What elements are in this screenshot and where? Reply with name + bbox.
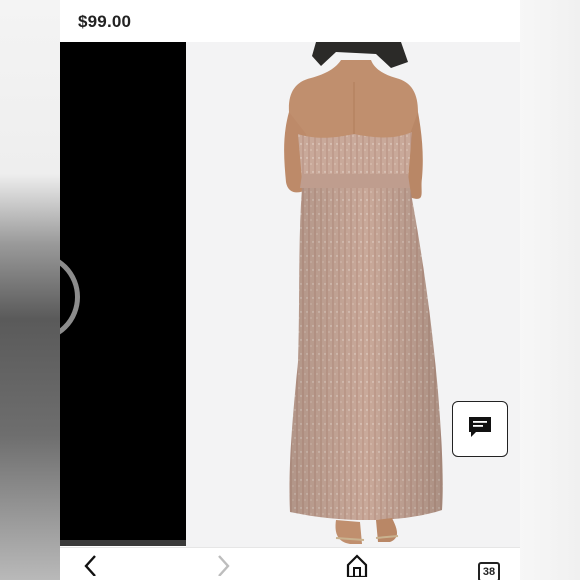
- home-button[interactable]: [344, 553, 370, 580]
- previous-image-panel[interactable]: [60, 42, 186, 542]
- price-header: $99.00: [60, 0, 520, 42]
- product-photo[interactable]: [186, 42, 520, 547]
- chevron-right-icon: [215, 554, 231, 580]
- browser-screen: $99.00 38: [60, 0, 520, 580]
- blurred-background-right: [520, 0, 580, 580]
- tabs-button[interactable]: 38: [478, 562, 500, 580]
- blurred-background-left: [0, 0, 60, 580]
- play-ring-icon: [60, 252, 80, 342]
- chevron-left-icon: [83, 554, 99, 580]
- home-icon: [345, 553, 369, 580]
- forward-button[interactable]: [210, 554, 236, 580]
- back-button[interactable]: [78, 554, 104, 580]
- dress-model-image: [284, 42, 443, 544]
- tabs-count: 38: [482, 566, 496, 578]
- product-price: $99.00: [78, 12, 132, 31]
- scroll-indicator: [60, 540, 186, 546]
- chat-bubble-icon: [467, 414, 493, 445]
- browser-nav-bar: 38: [60, 547, 520, 580]
- chat-button[interactable]: [452, 401, 508, 457]
